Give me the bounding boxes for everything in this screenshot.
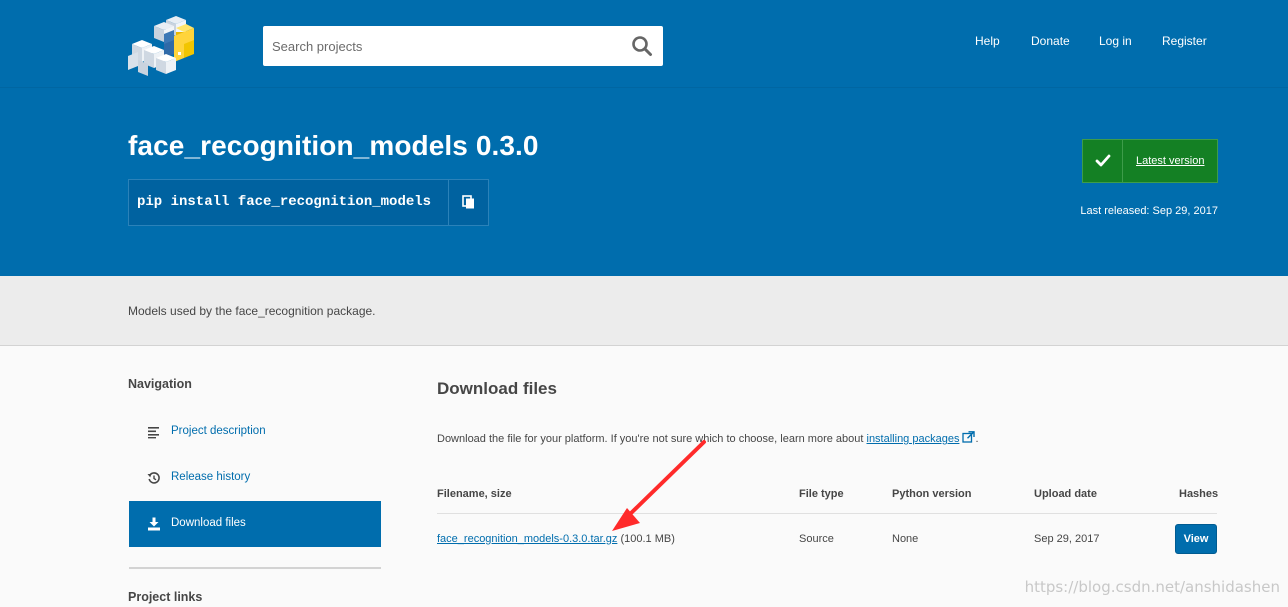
column-header-hashes: Hashes (1179, 488, 1219, 500)
download-files-title: Download files (437, 379, 557, 398)
column-header-upload-date: Upload date (1034, 488, 1097, 500)
navigation-heading: Navigation (128, 377, 192, 391)
intro-end: . (975, 433, 979, 445)
nav-login-link[interactable]: Log in (1099, 34, 1132, 48)
upload-date-cell: Sep 29, 2017 (1034, 533, 1100, 545)
installing-packages-link[interactable]: installing packages (867, 433, 960, 445)
file-download-link[interactable]: face_recognition_models-0.3.0.tar.gz (437, 533, 617, 545)
package-summary: Models used by the face_recognition pack… (128, 304, 376, 318)
watermark-text: https://blog.csdn.net/anshidashen (1024, 578, 1280, 596)
package-summary-bar: Models used by the face_recognition pack… (0, 276, 1288, 346)
sidebar-item-download-files[interactable]: Download files (129, 501, 381, 547)
python-version-cell: None (892, 533, 919, 545)
sidebar-item-label: Release history (171, 471, 251, 483)
check-icon (1083, 140, 1123, 182)
pip-command-box: pip install face_recognition_models (128, 179, 489, 226)
package-header: face_recognition_models 0.3.0 pip instal… (0, 88, 1288, 276)
file-type-cell: Source (799, 533, 834, 545)
sidebar-item-label: Project description (171, 425, 266, 437)
sidebar-item-release-history[interactable]: Release history (129, 455, 381, 501)
table-divider (437, 513, 1217, 514)
sidebar-divider (129, 567, 381, 569)
pypi-logo-icon[interactable] (128, 14, 194, 76)
search-box (263, 26, 663, 66)
latest-version-badge[interactable]: Latest version (1082, 139, 1218, 183)
column-header-filename: Filename, size (437, 488, 512, 500)
sidebar-item-project-description[interactable]: Project description (129, 409, 381, 455)
search-icon[interactable] (631, 35, 653, 57)
copy-icon (462, 195, 474, 209)
view-hashes-button[interactable]: View (1175, 524, 1217, 554)
last-released-text: Last released: Sep 29, 2017 (1080, 205, 1218, 217)
nav-register-link[interactable]: Register (1162, 34, 1207, 48)
external-link-icon (962, 431, 976, 443)
align-left-icon (147, 425, 161, 439)
column-header-python-version: Python version (892, 488, 972, 500)
history-icon (147, 471, 161, 485)
download-icon (147, 517, 161, 531)
nav-donate-link[interactable]: Donate (1031, 34, 1070, 48)
annotation-arrow (612, 440, 706, 531)
nav-help-link[interactable]: Help (975, 34, 1000, 48)
package-title: face_recognition_models 0.3.0 (128, 130, 539, 161)
pip-command-text[interactable]: pip install face_recognition_models (137, 194, 431, 210)
project-links-heading: Project links (128, 590, 203, 604)
sidebar-item-label: Download files (171, 517, 246, 529)
latest-version-link[interactable]: Latest version (1136, 155, 1204, 167)
column-header-file-type: File type (799, 488, 844, 500)
search-input[interactable] (263, 26, 623, 66)
copy-button[interactable] (449, 180, 489, 225)
top-navbar: Help Donate Log in Register (0, 0, 1288, 88)
